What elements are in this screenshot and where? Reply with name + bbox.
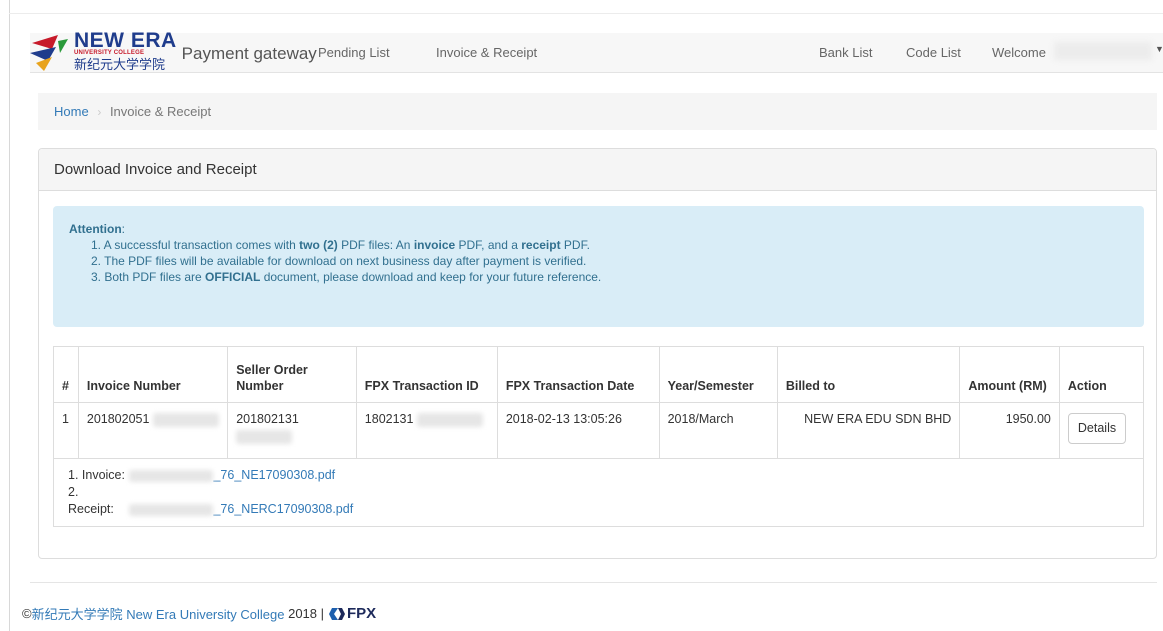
logo-icon bbox=[30, 31, 70, 71]
col-header-year-semester: Year/Semester bbox=[658, 346, 778, 403]
logo-chinese: 新纪元大学学院 bbox=[74, 56, 166, 72]
invoice-file-link[interactable]: _76_NE17090308.pdf bbox=[213, 468, 335, 482]
cell-fpx-id: 1802131 bbox=[355, 402, 498, 459]
window-top-border bbox=[9, 13, 1163, 14]
panel-heading: Download Invoice and Receipt bbox=[39, 149, 1156, 191]
nav-pending-list[interactable]: Pending List bbox=[318, 45, 390, 60]
fpx-text: FPX bbox=[347, 605, 377, 622]
fpx-logo: FPX bbox=[329, 605, 376, 622]
details-button[interactable]: Details bbox=[1067, 413, 1127, 444]
invoice-table: # Invoice Number Seller Order Number FPX… bbox=[53, 346, 1145, 527]
attention-alert: Attention: 1. A successful transaction c… bbox=[53, 206, 1144, 327]
copyright-symbol: © bbox=[22, 606, 32, 621]
redacted-value bbox=[236, 429, 293, 444]
footer-year: 2018 | bbox=[288, 606, 325, 621]
fpx-icon bbox=[329, 607, 346, 620]
redacted-value bbox=[152, 412, 219, 427]
logo-english: NEW ERA bbox=[74, 28, 177, 52]
nav-welcome[interactable]: Welcome bbox=[992, 45, 1046, 60]
table-row: 1 201802051 201802131 1802131 2018-02-13… bbox=[53, 402, 1145, 459]
footer-college-link[interactable]: 新纪元大学学院 New Era University College bbox=[32, 604, 285, 623]
invoice-panel: Download Invoice and Receipt Attention: … bbox=[38, 148, 1157, 559]
redacted-value bbox=[129, 469, 214, 482]
nav-bank-list[interactable]: Bank List bbox=[819, 45, 872, 60]
footer-divider bbox=[30, 582, 1157, 583]
invoice-file-line: 1. Invoice: _76_NE17090308.pdf bbox=[68, 467, 1129, 484]
col-header-billed-to: Billed to bbox=[776, 346, 961, 403]
table-header-row: # Invoice Number Seller Order Number FPX… bbox=[53, 346, 1145, 403]
attention-item-2: 2. The PDF files will be available for d… bbox=[91, 254, 587, 268]
cell-seller-order: 201802131 bbox=[227, 402, 357, 459]
breadcrumb-home[interactable]: Home bbox=[54, 104, 89, 119]
col-header-number: # bbox=[53, 346, 79, 403]
cell-fpx-date: 2018-02-13 13:05:26 bbox=[496, 402, 660, 459]
cell-amount: 1950.00 bbox=[959, 402, 1060, 459]
brand-title[interactable]: Payment gateway bbox=[182, 44, 317, 64]
nav-code-list[interactable]: Code List bbox=[906, 45, 961, 60]
nav-invoice-receipt[interactable]: Invoice & Receipt bbox=[436, 45, 537, 60]
cell-number: 1 bbox=[53, 402, 79, 459]
cell-action: Details bbox=[1058, 402, 1145, 459]
attention-item-1: 1. A successful transaction comes with t… bbox=[91, 238, 590, 252]
col-header-fpx-date: FPX Transaction Date bbox=[496, 346, 660, 403]
cell-invoice-number: 201802051 bbox=[77, 402, 229, 459]
brand[interactable]: NEW ERA UNIVERSITY COLLEGE 新纪元大学学院 Payme… bbox=[30, 27, 317, 75]
logo-text: NEW ERA UNIVERSITY COLLEGE 新纪元大学学院 bbox=[74, 28, 177, 72]
window-left-border bbox=[9, 0, 10, 631]
files-cell: 1. Invoice: _76_NE17090308.pdf 2. Receip… bbox=[53, 458, 1144, 527]
footer: © 新纪元大学学院 New Era University College 201… bbox=[22, 604, 376, 623]
cell-billed-to: NEW ERA EDU SDN BHD bbox=[776, 402, 961, 459]
breadcrumb-separator: › bbox=[97, 105, 102, 119]
cell-year-semester: 2018/March bbox=[658, 402, 778, 459]
redacted-value bbox=[129, 503, 214, 516]
receipt-file-label: 2. Receipt: bbox=[68, 485, 114, 516]
col-header-invoice-number: Invoice Number bbox=[77, 346, 229, 403]
col-header-amount: Amount (RM) bbox=[959, 346, 1060, 403]
top-navbar: NEW ERA UNIVERSITY COLLEGE 新纪元大学学院 Payme… bbox=[30, 30, 1163, 73]
chevron-down-icon[interactable]: ▼ bbox=[1155, 44, 1163, 54]
logo-subtitle: UNIVERSITY COLLEGE bbox=[74, 49, 145, 56]
invoice-file-label: 1. Invoice: bbox=[68, 468, 125, 482]
receipt-file-line: 2. Receipt: _76_NERC17090308.pdf bbox=[68, 484, 1129, 518]
redacted-value bbox=[416, 412, 483, 427]
breadcrumb: Home › Invoice & Receipt bbox=[38, 93, 1157, 130]
username-redacted[interactable] bbox=[1054, 42, 1152, 60]
attention-title: Attention bbox=[69, 222, 122, 236]
receipt-file-link[interactable]: _76_NERC17090308.pdf bbox=[213, 502, 353, 516]
col-header-seller-order: Seller Order Number bbox=[227, 346, 357, 403]
col-header-fpx-id: FPX Transaction ID bbox=[355, 346, 498, 403]
attention-item-3: 3. Both PDF files are OFFICIAL document,… bbox=[91, 270, 602, 284]
breadcrumb-current: Invoice & Receipt bbox=[109, 104, 212, 119]
files-row: 1. Invoice: _76_NE17090308.pdf 2. Receip… bbox=[53, 458, 1144, 527]
col-header-action: Action bbox=[1058, 346, 1145, 403]
